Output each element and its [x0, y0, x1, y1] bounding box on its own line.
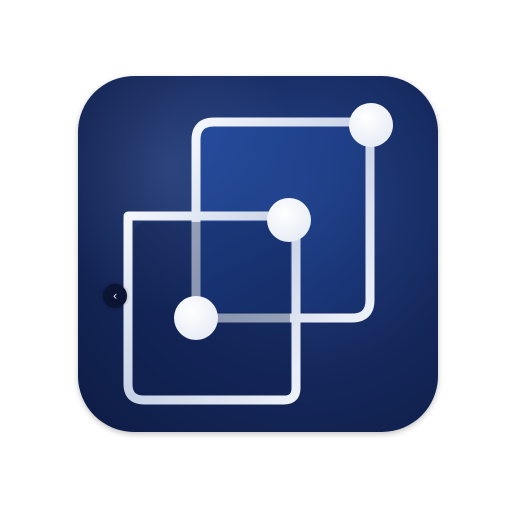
- node-middle: [267, 198, 311, 242]
- canvas: ‹: [0, 0, 512, 512]
- chevron-left-icon[interactable]: ‹: [103, 284, 127, 308]
- linked-squares-icon: [123, 103, 393, 405]
- node-top-right: [349, 103, 393, 147]
- node-bottom-left: [174, 296, 218, 340]
